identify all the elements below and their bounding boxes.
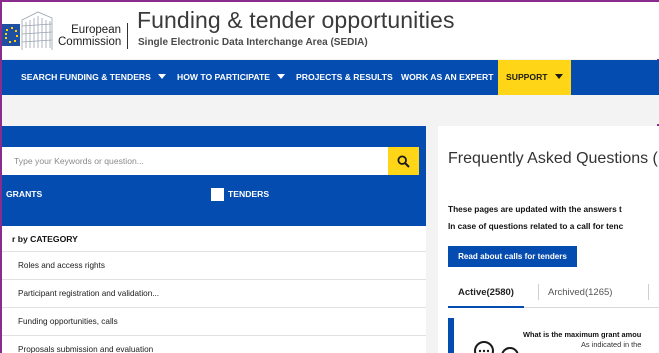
nav-item-support[interactable]: SUPPORT xyxy=(498,60,571,95)
faq-item-question: What is the maximum grant amou xyxy=(523,330,642,339)
portal-title[interactable]: Funding & tender opportunities xyxy=(137,7,455,34)
nav-item-label: HOW TO PARTICIPATE xyxy=(177,72,270,82)
category-list: r by CATEGORY Roles and access rights Pa… xyxy=(2,226,426,353)
organization-name-line2: Commission xyxy=(58,36,122,48)
search-button[interactable] xyxy=(388,147,419,175)
chevron-down-icon xyxy=(157,74,166,80)
faq-tabs: Active(2580) Archived(1265) xyxy=(448,276,659,308)
chevron-down-icon xyxy=(554,74,563,80)
faq-item-answer: As indicated in the xyxy=(581,340,642,349)
nav-item-how-to-participate[interactable]: HOW TO PARTICIPATE xyxy=(177,60,285,95)
faq-info-text: These pages are updated with the answers… xyxy=(448,201,623,235)
site-header: European Commission Funding & tender opp… xyxy=(2,2,659,59)
chat-bubble-icon xyxy=(474,341,494,353)
search-icon xyxy=(397,154,410,168)
tenders-filter-label: TENDERS xyxy=(228,189,270,199)
header-divider xyxy=(127,23,128,49)
category-heading: r by CATEGORY xyxy=(12,234,78,244)
nav-item-projects-results[interactable]: PROJECTS & RESULTS xyxy=(296,60,393,95)
category-item-funding-opportunities[interactable]: Funding opportunities, calls xyxy=(2,307,426,335)
nav-item-label: SUPPORT xyxy=(506,72,548,82)
nav-item-work-as-expert[interactable]: WORK AS AN EXPERT xyxy=(401,60,493,95)
grants-filter-label: GRANTS xyxy=(6,189,43,199)
faq-item-accent xyxy=(448,318,454,353)
faq-search-panel: GRANTS TENDERS xyxy=(2,126,426,226)
checkbox-icon[interactable] xyxy=(211,187,224,201)
nav-item-label: WORK AS AN EXPERT xyxy=(401,72,494,82)
faq-info-line1: These pages are updated with the answers… xyxy=(448,204,622,214)
grants-filter-checkbox[interactable]: GRANTS xyxy=(6,187,42,201)
page-title: Frequently Asked Questions (FA xyxy=(448,150,659,167)
chat-bubble-secondary-icon xyxy=(501,347,519,353)
tab-separator xyxy=(648,284,649,300)
category-item-registration[interactable]: Participant registration and validation.… xyxy=(2,279,426,307)
tab-archived[interactable]: Archived(1265) xyxy=(538,276,622,308)
main-navigation: SEARCH FUNDING & TENDERS HOW TO PARTICIP… xyxy=(2,60,659,95)
commission-building-icon xyxy=(21,11,53,50)
category-item-roles[interactable]: Roles and access rights xyxy=(2,251,426,279)
tab-active[interactable]: Active(2580) xyxy=(448,276,524,308)
faq-info-line2: In case of questions related to a call f… xyxy=(448,221,624,231)
portal-subtitle: Single Electronic Data Interchange Area … xyxy=(138,37,368,48)
chevron-down-icon xyxy=(276,74,285,80)
organization-name-line1: European xyxy=(71,24,121,36)
breadcrumb-bar xyxy=(2,95,659,124)
nav-item-label: SEARCH FUNDING & TENDERS xyxy=(21,72,151,82)
read-calls-for-tenders-button[interactable]: Read about calls for tenders xyxy=(448,246,577,267)
tenders-filter-checkbox[interactable]: TENDERS xyxy=(211,187,269,201)
nav-item-search-funding-tenders[interactable]: SEARCH FUNDING & TENDERS xyxy=(21,60,166,95)
organization-name[interactable]: European Commission xyxy=(58,24,121,48)
eu-flag-icon[interactable] xyxy=(2,24,20,46)
search-input[interactable] xyxy=(2,147,388,175)
nav-item-label: PROJECTS & RESULTS xyxy=(296,72,393,82)
faq-content-panel: Frequently Asked Questions (FA These pag… xyxy=(438,126,659,353)
faq-item[interactable]: What is the maximum grant amou As indica… xyxy=(448,318,659,353)
category-item-proposals[interactable]: Proposals submission and evaluation xyxy=(2,335,426,353)
